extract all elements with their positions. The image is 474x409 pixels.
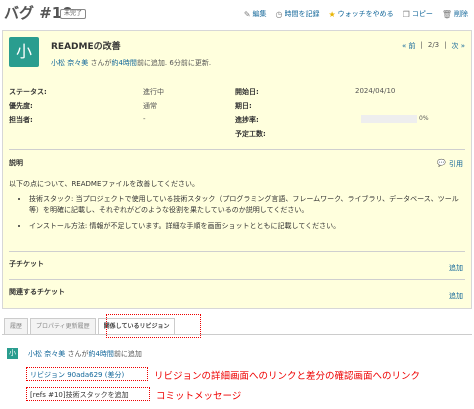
quote-button[interactable]: 💬 引用	[437, 159, 463, 169]
priority-value: 通常	[143, 102, 157, 110]
edit-button[interactable]: ✎ 編集	[244, 8, 267, 20]
tab-property-changes[interactable]: プロパティ更新履歴	[30, 318, 96, 334]
author-middle: さんが	[65, 350, 89, 358]
author-tail: 前に追加. 6分前に更新.	[136, 59, 212, 67]
annotation-note: リビジョンの詳細画面へのリンクと差分の確認画面へのリンク	[154, 371, 421, 382]
issue-subject: READMEの改善	[51, 42, 121, 52]
trash-icon: 🗑	[441, 9, 452, 19]
edit-icon: ✎	[243, 9, 251, 19]
subtasks-title: 子チケット	[9, 260, 44, 268]
author-tail: 前に追加	[113, 350, 142, 358]
delete-button[interactable]: 🗑 削除	[442, 8, 468, 20]
divider	[9, 251, 465, 252]
description-item: 技術スタック: 当プロジェクトで使用している技術スタック（プログラミング言語、フ…	[29, 194, 459, 216]
title-row: バグ #10 未完了 ✎ 編集 ◷ 時間を記録 ★ ウォッチをやめる ❐ コピー 🗑 削除	[4, 4, 470, 24]
comment-icon: 💬	[437, 159, 446, 167]
revision-entry: 小 小松 奈々美 さんが約4時間前に追加 リビジョン 90ada629 (差分)…	[2, 342, 472, 406]
assignee-label: 担当者:	[9, 116, 33, 124]
annotation-note: コミットメッセージ	[156, 391, 242, 402]
estimate-label: 予定工数:	[235, 130, 266, 138]
edit-label: 編集	[252, 10, 267, 18]
quote-label: 引用	[449, 160, 463, 168]
avatar: 小	[9, 37, 39, 67]
progress-value: 0%	[419, 115, 429, 122]
status-label: ステータス:	[9, 88, 47, 96]
copy-label: コピー	[411, 10, 433, 18]
issue-pager: « 前 | 2/3 | 次 »	[401, 41, 465, 51]
unwatch-button[interactable]: ★ ウォッチをやめる	[329, 8, 394, 20]
delete-label: 削除	[454, 10, 468, 18]
commit-message: [refs #10]技術スタックを追加	[30, 391, 129, 399]
progress-label: 進捗率:	[235, 116, 259, 124]
pager-count: 2/3	[427, 41, 440, 49]
created-ago-link[interactable]: 約4時間	[88, 350, 113, 358]
priority-label: 優先度:	[9, 102, 33, 110]
tabs-divider	[2, 334, 472, 335]
author-middle: さんが	[88, 59, 112, 67]
log-time-label: 時間を記録	[284, 10, 320, 18]
description-intro: 以下の点について、READMEファイルを改善してください。	[9, 180, 199, 188]
description-list: 技術スタック: 当プロジェクトで使用している技術スタック（プログラミング言語、フ…	[19, 194, 459, 237]
revision-link[interactable]: リビジョン 90ada629 (差分)	[30, 370, 124, 380]
start-date-label: 開始日:	[235, 88, 259, 96]
divider	[9, 279, 465, 280]
description-item: インストール方法: 情報が不足しています。詳細な手順を画面ショットとともに記載し…	[29, 221, 459, 232]
tab-history[interactable]: 履歴	[4, 318, 29, 334]
status-value: 進行中	[143, 88, 164, 96]
created-ago-link[interactable]: 約4時間	[111, 59, 136, 67]
add-relation-link[interactable]: 追加	[449, 291, 463, 301]
star-icon: ★	[328, 9, 336, 19]
copy-icon: ❐	[402, 9, 410, 19]
prev-link[interactable]: « 前	[402, 41, 416, 51]
assignee-value: -	[143, 115, 146, 123]
revision-author-line: 小松 奈々美 さんが約4時間前に追加	[28, 349, 142, 359]
unwatch-label: ウォッチをやめる	[337, 10, 394, 18]
status-badge: 未完了	[60, 9, 87, 19]
divider	[9, 149, 465, 150]
contextual-actions: ✎ 編集 ◷ 時間を記録 ★ ウォッチをやめる ❐ コピー 🗑 削除	[244, 8, 468, 20]
progress-bar	[361, 115, 417, 123]
clock-icon: ◷	[275, 9, 283, 19]
due-date-label: 期日:	[235, 102, 252, 110]
avatar: 小	[7, 348, 18, 359]
log-time-button[interactable]: ◷ 時間を記録	[276, 8, 320, 20]
tab-highlight	[106, 314, 201, 338]
author-link[interactable]: 小松 奈々美	[28, 350, 65, 358]
copy-button[interactable]: ❐ コピー	[403, 8, 433, 20]
author-link[interactable]: 小松 奈々美	[51, 59, 88, 67]
next-link[interactable]: 次 »	[451, 41, 465, 51]
issue-details: 小 READMEの改善 小松 奈々美 さんが約4時間前に追加. 6分前に更新. …	[2, 30, 472, 309]
start-date-value: 2024/04/10	[355, 87, 396, 95]
description-title: 説明	[9, 159, 23, 167]
author-line: 小松 奈々美 さんが約4時間前に追加. 6分前に更新.	[51, 58, 211, 68]
relations-title: 関連するチケット	[9, 288, 65, 296]
add-subtask-link[interactable]: 追加	[449, 263, 463, 273]
